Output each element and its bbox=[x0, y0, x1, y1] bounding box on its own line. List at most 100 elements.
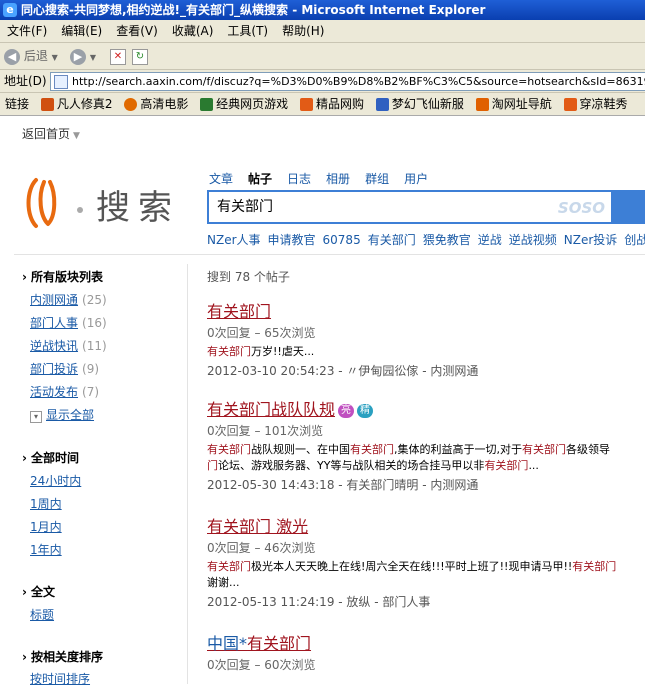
page-icon bbox=[54, 75, 68, 89]
result-snippet: 门论坛、游戏服务器、YY等与战队相关的场合挂马甲以非有关部门... bbox=[207, 459, 539, 472]
menu-bar: 文件(F) 编辑(E) 查看(V) 收藏(A) 工具(T) 帮助(H) bbox=[0, 20, 645, 43]
stop-button[interactable]: ✕ bbox=[110, 46, 126, 66]
tab-posts[interactable]: 帖子 bbox=[248, 172, 272, 186]
link-item[interactable]: 穿凉鞋秀 bbox=[563, 93, 628, 115]
sidebar-section-link[interactable]: 逆战快讯 (11) bbox=[30, 337, 107, 354]
section-count: (7) bbox=[82, 385, 100, 399]
hot-search-link[interactable]: 猥免教官 bbox=[423, 233, 471, 247]
menu-help[interactable]: 帮助(H) bbox=[275, 20, 331, 42]
result-title-link[interactable]: 中国*有关部门 bbox=[207, 634, 645, 654]
result-snippet: 有关部门万岁!!虐天... bbox=[207, 345, 315, 358]
menu-edit[interactable]: 编辑(E) bbox=[54, 20, 109, 42]
highlight-badge: 亮 bbox=[338, 403, 355, 418]
link-item[interactable]: 淘网址导航 bbox=[475, 93, 552, 115]
link-item[interactable]: 梦幻飞仙新服 bbox=[375, 93, 464, 115]
search-button[interactable] bbox=[611, 190, 645, 224]
address-bar: 地址(D) http://search.aaxin.com/f/discuz?q… bbox=[0, 70, 645, 93]
search-tabs: 文章 帖子 日志 相册 群组 用户 bbox=[209, 170, 443, 187]
section-count: (11) bbox=[82, 339, 107, 353]
time-filter-link[interactable]: 1年内 bbox=[30, 541, 62, 558]
result-meta: 0次回复 – 60次浏览 bbox=[207, 658, 316, 672]
window-title-bar: e 同心搜索-共同梦想,相约逆战!_有关部门_纵横搜索 - Microsoft I… bbox=[0, 0, 645, 20]
hot-search-link[interactable]: NZer投诉 bbox=[564, 233, 618, 247]
hot-search-link[interactable]: 逆战视频 bbox=[509, 233, 557, 247]
refresh-button[interactable]: ↻ bbox=[132, 46, 148, 66]
links-label: 链接 bbox=[5, 97, 30, 111]
refresh-icon: ↻ bbox=[132, 48, 148, 65]
back-home-link[interactable]: 返回首页 ▼ bbox=[22, 125, 80, 142]
link-item[interactable]: 凡人修真2 bbox=[40, 93, 112, 115]
sidebar-divider bbox=[187, 264, 188, 684]
back-label: 后退 bbox=[23, 49, 48, 63]
ie-icon: e bbox=[3, 3, 17, 17]
link-item[interactable]: 精品网购 bbox=[300, 93, 364, 115]
section-count: (25) bbox=[82, 293, 107, 307]
result-count: 搜到 78 个帖子 bbox=[207, 270, 290, 284]
sidebar-section-link[interactable]: 部门人事 (16) bbox=[30, 314, 107, 331]
link-favicon-icon bbox=[475, 98, 489, 111]
result-meta: 0次回复 – 46次浏览 bbox=[207, 541, 316, 555]
sidebar-section-link[interactable]: 内测网通 (25) bbox=[30, 291, 107, 308]
search-input[interactable] bbox=[209, 192, 555, 220]
forward-arrow-icon: ▶ bbox=[70, 48, 86, 65]
sort-title: 按相关度排序 bbox=[22, 648, 103, 665]
hot-search-link[interactable]: 逆战 bbox=[478, 233, 502, 247]
tab-logs[interactable]: 日志 bbox=[287, 172, 311, 186]
sidebar-section-link[interactable]: 活动发布 (7) bbox=[30, 383, 99, 400]
tab-article[interactable]: 文章 bbox=[209, 172, 233, 186]
hot-search-link[interactable]: 60785 bbox=[323, 233, 361, 247]
time-filter-link[interactable]: 24小时内 bbox=[30, 472, 81, 489]
address-input[interactable]: http://search.aaxin.com/f/discuz?q=%D3%D… bbox=[50, 72, 645, 91]
result-meta: 0次回复 – 101次浏览 bbox=[207, 424, 324, 438]
window-title: 同心搜索-共同梦想,相约逆战!_有关部门_纵横搜索 - Microsoft In… bbox=[21, 3, 486, 17]
back-button[interactable]: ◀ 后退 ▼ bbox=[4, 46, 58, 66]
link-item[interactable]: 经典网页游戏 bbox=[200, 93, 288, 115]
title-only-link[interactable]: 标题 bbox=[30, 606, 54, 623]
hot-search-link[interactable]: 申请教官 bbox=[268, 233, 316, 247]
chevron-down-icon: ▼ bbox=[89, 53, 96, 62]
tab-groups[interactable]: 群组 bbox=[365, 172, 389, 186]
section-count: (9) bbox=[82, 362, 100, 376]
logo-text: 搜索 bbox=[96, 188, 180, 228]
menu-file[interactable]: 文件(F) bbox=[0, 20, 54, 42]
link-favicon-icon bbox=[124, 98, 138, 111]
address-label: 地址(D) bbox=[4, 74, 47, 88]
site-logo[interactable]: 搜索 bbox=[22, 172, 182, 236]
time-filter-link[interactable]: 1月内 bbox=[30, 518, 62, 535]
address-url: http://search.aaxin.com/f/discuz?q=%D3%D… bbox=[72, 75, 645, 88]
hot-search-link[interactable]: 创战队 bbox=[624, 233, 645, 247]
time-filter-link[interactable]: 1周内 bbox=[30, 495, 62, 512]
forward-button[interactable]: ▶ ▼ bbox=[70, 46, 96, 66]
tab-users[interactable]: 用户 bbox=[404, 172, 428, 186]
menu-favorites[interactable]: 收藏(A) bbox=[165, 20, 221, 42]
result-title-link[interactable]: 有关部门战队队规亮精 bbox=[207, 400, 645, 420]
time-title: 全部时间 bbox=[22, 449, 79, 466]
browser-toolbar: ◀ 后退 ▼ ▶ ▼ ✕ ↻ bbox=[0, 43, 645, 70]
chevron-down-icon: ▾ bbox=[30, 411, 42, 423]
fulltext-title: 全文 bbox=[22, 583, 55, 600]
link-favicon-icon bbox=[375, 98, 389, 111]
menu-view[interactable]: 查看(V) bbox=[109, 20, 165, 42]
result-item: 中国*有关部门 0次回复 – 60次浏览 bbox=[207, 634, 645, 673]
digest-badge: 精 bbox=[357, 403, 374, 418]
hot-searches: NZer人事申请教官 60785 有关部门猥免教官逆战逆战视频 NZer投诉创战队 bbox=[207, 231, 645, 248]
link-item[interactable]: 高清电影 bbox=[124, 93, 188, 115]
soso-watermark: SOSO bbox=[557, 199, 605, 217]
sidebar-section-link[interactable]: 部门投诉 (9) bbox=[30, 360, 99, 377]
hot-search-link[interactable]: 有关部门 bbox=[368, 233, 416, 247]
tab-albums[interactable]: 相册 bbox=[326, 172, 350, 186]
search-box: SOSO bbox=[207, 190, 611, 224]
sort-by-time-link[interactable]: 按时间排序 bbox=[30, 670, 90, 687]
show-all-link[interactable]: ▾ 显示全部 bbox=[30, 406, 94, 423]
result-info: 2012-05-30 14:43:18 - 有关部门晴明 - 内测网通 bbox=[207, 478, 479, 492]
menu-tools[interactable]: 工具(T) bbox=[220, 20, 275, 42]
back-arrow-icon: ◀ bbox=[4, 48, 20, 65]
result-title-link[interactable]: 有关部门 bbox=[207, 302, 645, 322]
result-info: 2012-05-13 11:24:19 - 放纵 - 部门人事 bbox=[207, 595, 431, 609]
result-snippet: 有关部门战队规则一、在中国有关部门,集体的利益高于一切,对于有关部门各级领导 bbox=[207, 443, 610, 456]
result-info: 2012-03-10 20:54:23 - 〃伊甸园彸傢 - 内测网通 bbox=[207, 364, 479, 378]
result-item: 有关部门战队队规亮精 0次回复 – 101次浏览 有关部门战队规则一、在中国有关… bbox=[207, 400, 645, 493]
result-snippet: 有关部门极光本人天天晚上在线!周六全天在线!!!平时上班了!!现申请马甲!!有关… bbox=[207, 560, 617, 573]
result-title-link[interactable]: 有关部门 激光 bbox=[207, 517, 645, 537]
hot-search-link[interactable]: NZer人事 bbox=[207, 233, 261, 247]
